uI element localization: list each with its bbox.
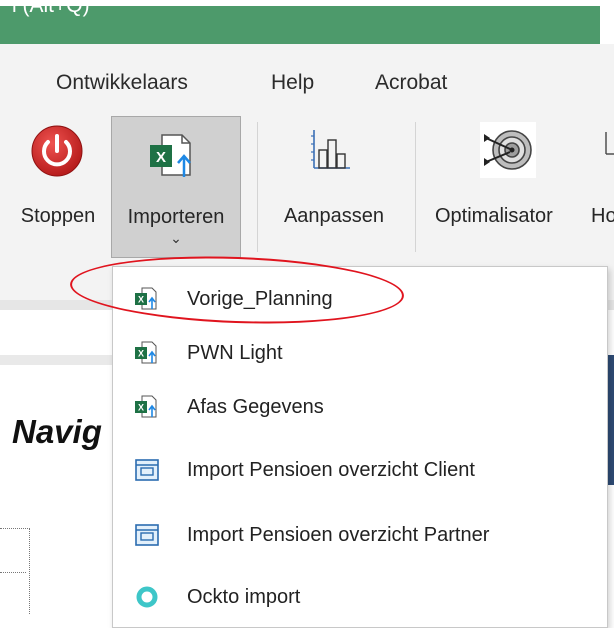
optimizer-button-label: Optimalisator [435,205,553,227]
stop-button-label: Stoppen [20,205,96,227]
menu-item-label: PWN Light [187,342,283,364]
adjust-button[interactable]: Aanpassen [268,116,400,258]
dotted-cell-border [0,572,26,573]
menu-item-label: Afas Gegevens [187,396,324,418]
partial-icon [605,132,614,155]
tab-help[interactable]: Help [271,71,314,95]
search-shortcut-text: l (Alt+Q) [12,0,90,17]
search-bar[interactable]: l (Alt+Q) [0,0,600,44]
adjust-button-label: Aanpassen [283,205,385,227]
tab-ontwikkelaars[interactable]: Ontwikkelaars [56,71,188,95]
import-button-label: Importeren [127,206,225,228]
svg-text:X: X [138,403,144,413]
import-dropdown-menu: X Vorige_Planning X PWN Light X Afas Geg… [112,266,608,628]
menu-item-label: Import Pensioen overzicht Client [187,459,475,481]
optimizer-button[interactable]: Optimalisator [430,116,590,258]
menu-item-pwn-light[interactable]: X PWN Light [113,328,607,382]
excel-import-icon: X [135,341,157,364]
menu-item-afas-gegevens[interactable]: X Afas Gegevens [113,382,607,436]
ribbon-separator [257,122,258,252]
svg-text:X: X [156,149,166,166]
partial-button-label: Ho [591,205,614,227]
target-icon [480,122,536,178]
partial-button[interactable]: Ho [590,116,614,258]
excel-import-icon: X [135,395,157,418]
window-import-icon [135,524,159,546]
navigation-title: Navig [12,413,102,450]
window-import-icon [135,459,159,481]
menu-item-import-pensioen-client[interactable]: Import Pensioen overzicht Client [113,445,607,499]
menu-item-label: Ockto import [187,586,301,608]
search-bar-edge [600,6,614,44]
stop-button[interactable]: Stoppen [10,116,106,258]
menu-item-label: Import Pensioen overzicht Partner [187,524,490,546]
excel-import-icon: X [150,134,191,177]
import-button[interactable]: X Importeren ⌄ [111,116,241,258]
dotted-cell-border [0,528,30,614]
chevron-down-icon: ⌄ [170,230,182,246]
power-icon [31,125,83,177]
svg-text:X: X [138,349,144,359]
tab-acrobat[interactable]: Acrobat [375,71,447,95]
menu-item-ockto-import[interactable]: Ockto import [113,572,607,626]
ockto-ring-icon [136,586,158,608]
menu-item-import-pensioen-partner[interactable]: Import Pensioen overzicht Partner [113,510,607,564]
ribbon-separator [415,122,416,252]
chart-adjust-icon [311,130,350,169]
